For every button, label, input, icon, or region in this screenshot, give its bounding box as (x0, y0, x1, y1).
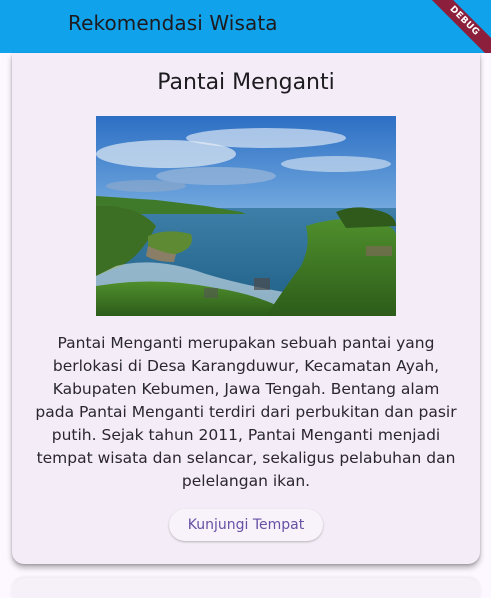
destination-card: Pantai Menganti Pantai Menganti merupaka… (12, 53, 480, 564)
destination-description: Pantai Menganti merupakan sebuah pantai … (35, 334, 457, 490)
app-bar: Rekomendasi Wisata DEBUG (0, 0, 491, 53)
destination-title: Pantai Menganti (157, 70, 335, 95)
visit-place-button[interactable]: Kunjungi Tempat (169, 509, 323, 541)
destination-photo (96, 116, 396, 316)
app-bar-title: Rekomendasi Wisata (68, 11, 278, 35)
next-card-edge (12, 578, 480, 598)
debug-banner: DEBUG (419, 0, 491, 53)
beach-photo-icon (96, 116, 396, 316)
